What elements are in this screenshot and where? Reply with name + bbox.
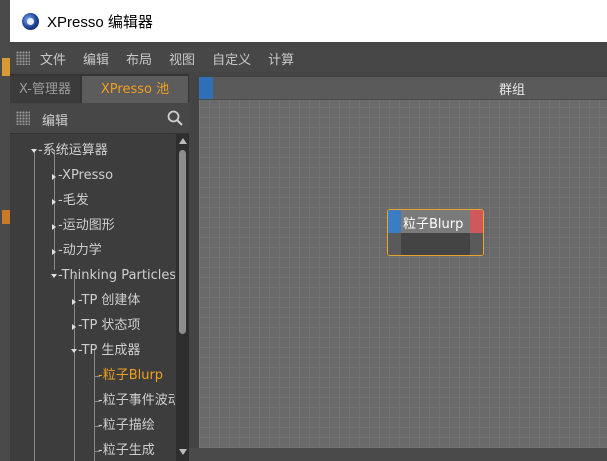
background-app-tab	[2, 58, 10, 76]
xpresso-editor-window: XPresso 编辑器 文件 编辑 布局 视图 自定义 计算 X-管理器 XPresso …	[10, 0, 607, 461]
group-title: 群组	[499, 83, 526, 98]
node-input-port[interactable]	[388, 210, 401, 233]
canvas-bottom-strip	[189, 448, 607, 461]
scroll-thumb[interactable]	[179, 150, 186, 334]
expand-arrow-right-icon[interactable]	[52, 249, 56, 255]
cinema4d-app-icon	[22, 13, 39, 30]
expand-arrow-down-icon[interactable]	[51, 274, 57, 278]
scroll-up-arrow-icon[interactable]	[179, 138, 187, 144]
tree-guide-line	[94, 350, 95, 461]
tree-item[interactable]: -粒子Blurp	[98, 367, 163, 385]
tree-guide-line	[34, 150, 35, 461]
edit-menu[interactable]: 编辑	[42, 110, 68, 129]
menu-item-1[interactable]: 编辑	[83, 49, 109, 68]
tab-x-manager[interactable]: X-管理器	[10, 76, 80, 103]
menu-items: 文件 编辑 布局 视图 自定义 计算	[40, 44, 311, 72]
tree-item[interactable]: -系统运算器	[38, 142, 108, 160]
tree-item[interactable]: -XPresso	[58, 167, 113, 185]
group-accent	[199, 77, 213, 99]
particle-blurp-node[interactable]: 粒子Blurp	[387, 209, 484, 256]
xpresso-pool-panel: X-管理器 XPresso 池 编辑 -系统运算器 -XPresso -毛发 -运动图…	[10, 74, 189, 461]
tree-item[interactable]: -运动图形	[58, 217, 115, 235]
menu-item-3[interactable]: 视图	[169, 49, 195, 68]
grip-icon[interactable]	[16, 51, 30, 65]
background-app-tab	[2, 210, 10, 224]
tree-item[interactable]: -TP 状态项	[78, 317, 140, 335]
menu-item-0[interactable]: 文件	[40, 49, 66, 68]
node-tree: -系统运算器 -XPresso -毛发 -运动图形 -动力学 -Thinking Part…	[10, 134, 175, 461]
group-header[interactable]: 群组	[199, 77, 607, 100]
expand-arrow-right-icon[interactable]	[72, 299, 76, 305]
expand-arrow-right-icon[interactable]	[52, 224, 56, 230]
tab-xpresso-pool[interactable]: XPresso 池	[82, 76, 188, 103]
panel-tabs: X-管理器 XPresso 池	[10, 74, 189, 103]
tree-item[interactable]: -毛发	[58, 192, 89, 210]
tree-item[interactable]: -粒子事件波动	[98, 392, 175, 410]
tree-scrollbar[interactable]	[176, 134, 189, 461]
expand-arrow-right-icon[interactable]	[52, 199, 56, 205]
menu-bar: 文件 编辑 布局 视图 自定义 计算	[10, 44, 607, 72]
scroll-down-arrow-icon[interactable]	[179, 449, 187, 455]
node-body	[388, 233, 483, 255]
node-body-port-left	[388, 233, 401, 255]
node-output-port[interactable]	[470, 210, 483, 233]
node-title: 粒子Blurp	[403, 217, 464, 232]
grip-icon[interactable]	[16, 111, 30, 125]
expand-arrow-right-icon[interactable]	[72, 324, 76, 330]
tree-item[interactable]: -TP 创建体	[78, 292, 140, 310]
tree-item[interactable]: -TP 生成器	[78, 342, 140, 360]
expand-arrow-right-icon[interactable]	[52, 174, 56, 180]
title-bar[interactable]: XPresso 编辑器	[10, 0, 607, 42]
xpresso-canvas[interactable]: 群组	[199, 77, 607, 448]
tree-item[interactable]: -粒子生成	[98, 442, 155, 460]
menu-item-2[interactable]: 布局	[126, 49, 152, 68]
tree-item[interactable]: -动力学	[58, 242, 102, 260]
window-title: XPresso 编辑器	[47, 14, 153, 31]
menu-item-4[interactable]: 自定义	[212, 49, 251, 68]
menu-item-5[interactable]: 计算	[268, 49, 294, 68]
tree-item[interactable]: -粒子描绘	[98, 417, 155, 435]
node-body-port-right	[470, 233, 483, 255]
pool-toolbar: 编辑	[10, 103, 189, 134]
search-icon[interactable]	[166, 109, 184, 127]
expand-arrow-down-icon[interactable]	[31, 149, 37, 153]
expand-arrow-down-icon[interactable]	[71, 349, 77, 353]
tree-item[interactable]: -Thinking Particles	[58, 267, 175, 285]
